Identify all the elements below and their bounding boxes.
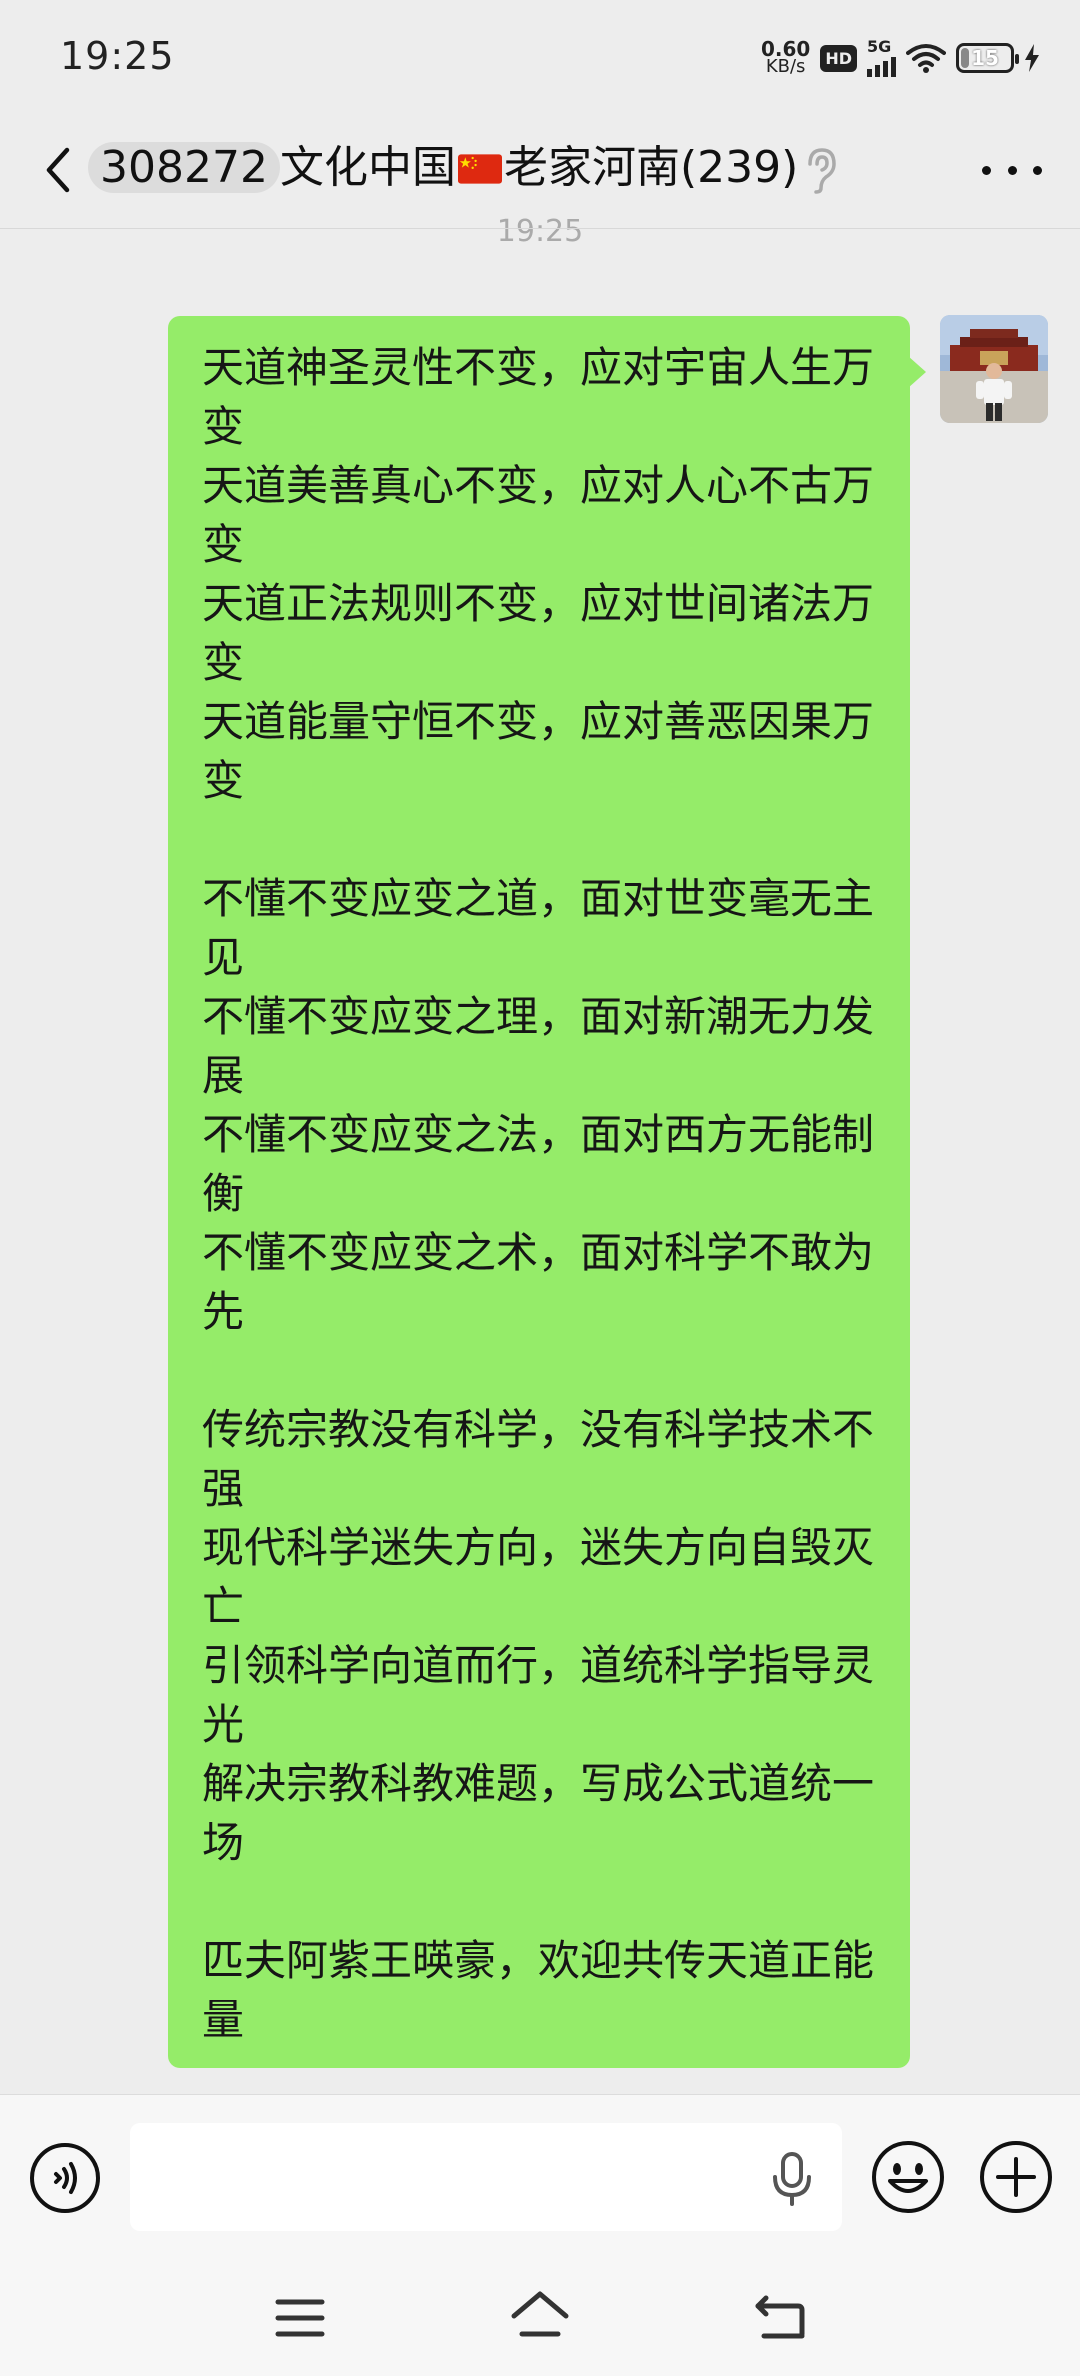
battery-icon: 15 [956,43,1019,73]
status-time: 19:25 [60,34,175,78]
battery-level-fill [961,48,969,68]
plus-icon[interactable] [978,2139,1054,2215]
title-part1: 文化中国 [279,142,456,193]
china-flag-icon [457,154,502,184]
ear-icon [808,148,836,194]
message-bubble-self[interactable]: 天道神圣灵性不变，应对宇宙人生万变 天道美善真心不变，应对人心不古万变 天道正法… [168,316,926,2068]
avatar[interactable] [940,315,1048,423]
status-bar: 19:25 0.60 KB/s HD 5G 15 [0,0,1080,116]
message-text: 天道神圣灵性不变，应对宇宙人生万变 天道美善真心不变，应对人心不古万变 天道正法… [202,343,875,2044]
title-part2: 老家河南(239) [503,142,799,193]
more-options-button[interactable] [982,144,1042,196]
chat-header: 308272 文化中国 老家河南(239) [0,116,1080,228]
more-icon-dot [1007,165,1017,175]
signal-bars [867,55,896,77]
input-bar [0,2094,1080,2255]
charging-icon [1025,44,1039,72]
more-icon-dot [1033,165,1042,175]
more-icon-dot [982,165,991,175]
back-icon[interactable] [752,2288,810,2346]
header-divider [0,228,1080,229]
network-speed-unit: KB/s [765,56,806,77]
home-icon[interactable] [508,2286,572,2346]
chat-screen: 19:25 0.60 KB/s HD 5G 15 308272 文化中国 老家河… [0,0,1080,2376]
group-id: 308272 [88,142,280,193]
cellular-signal-icon: 5G [867,39,896,77]
emoji-icon[interactable] [870,2139,946,2215]
back-button[interactable] [38,140,78,200]
chat-title[interactable]: 308272 文化中国 老家河南(239) [88,136,798,200]
back-arrow-icon [46,147,70,193]
status-indicators: 0.60 KB/s HD 5G 15 [761,36,1040,80]
signal-type: 5G [867,37,892,56]
message-input[interactable] [130,2123,842,2231]
network-speed: 0.60 KB/s [761,39,810,77]
battery-level-text: 15 [971,46,999,70]
voice-icon[interactable] [28,2141,102,2215]
menu-icon[interactable] [272,2290,328,2346]
message-timestamp: 19:25 [496,214,584,249]
mic-icon[interactable] [770,2151,814,2207]
wifi-icon [906,44,946,73]
system-nav-bar [0,2254,1080,2376]
hd-badge: HD [820,44,857,72]
